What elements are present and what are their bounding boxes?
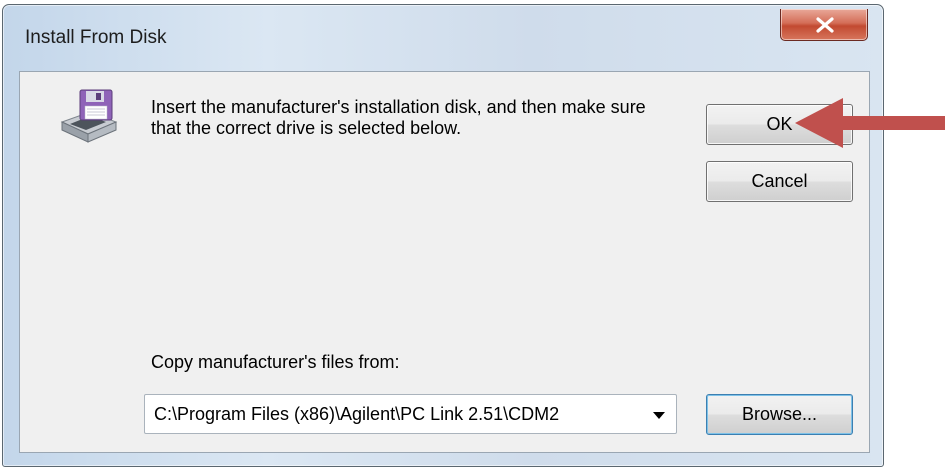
dialog-body: Insert the manufacturer's installation d… xyxy=(19,71,870,453)
install-from-disk-dialog: Install From Disk Insert the manufacture… xyxy=(2,4,884,467)
install-disk-icon xyxy=(60,89,118,143)
copy-from-label: Copy manufacturer's files from: xyxy=(151,352,400,372)
close-icon xyxy=(816,17,834,33)
chevron-down-icon[interactable] xyxy=(652,411,666,420)
browse-button[interactable]: Browse... xyxy=(706,394,853,435)
copy-from-path[interactable]: C:\Program Files (x86)\Agilent\PC Link 2… xyxy=(154,404,644,425)
red-arrow-icon xyxy=(795,98,945,148)
cancel-button[interactable]: Cancel xyxy=(706,161,853,202)
close-button[interactable] xyxy=(780,9,868,41)
copy-from-combobox[interactable]: C:\Program Files (x86)\Agilent\PC Link 2… xyxy=(144,394,677,434)
dialog-title: Install From Disk xyxy=(25,27,167,48)
instruction-message: Insert the manufacturer's installation d… xyxy=(151,97,646,138)
